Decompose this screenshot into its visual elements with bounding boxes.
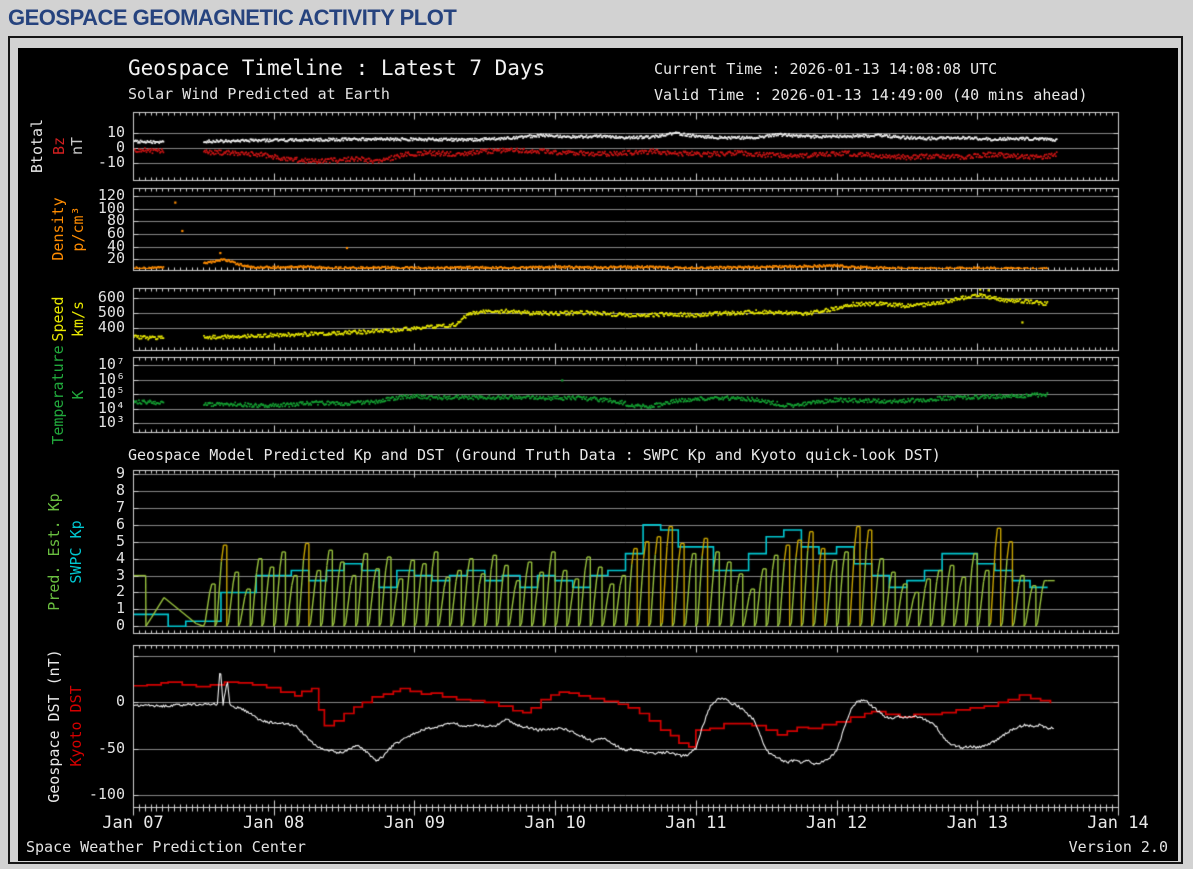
current-time-label: Current Time : 2026-01-13 14:08:08 UTC <box>654 60 998 78</box>
x-axis-label: Jan 13 <box>946 813 1008 833</box>
axis-title-speed: km/s <box>69 300 87 338</box>
plot-frame: Geospace Timeline : Latest 7 Days Curren… <box>8 36 1183 864</box>
x-axis-label: Jan 07 <box>102 813 164 833</box>
footer-version: Version 2.0 <box>1068 838 1168 856</box>
kp-dst-section-title: Geospace Model Predicted Kp and DST (Gro… <box>128 446 941 464</box>
axis-title-density: p/cm³ <box>69 206 87 252</box>
page-title: GEOSPACE GEOMAGNETIC ACTIVITY PLOT <box>8 5 457 30</box>
axis-title-kp: SWPC Kp <box>67 519 85 584</box>
x-axis-label: Jan 12 <box>805 813 868 833</box>
x-axis-label: Jan 10 <box>524 813 586 833</box>
axis-title-kp: Pred. Est. Kp <box>45 492 63 611</box>
y-tick-label-kp: 9 <box>115 464 125 483</box>
axis-title-density: Density <box>49 197 67 261</box>
axis-title-dst: Kyoto DST <box>67 685 85 767</box>
axis-title-temperature: Temperature <box>49 344 67 445</box>
y-tick-label-kp: 0 <box>115 616 125 635</box>
x-axis-label: Jan 14 <box>1087 813 1149 833</box>
axis-title-speed: Speed <box>49 296 67 342</box>
plot-area: Geospace Timeline : Latest 7 Days Curren… <box>18 48 1178 861</box>
solar-wind-subtitle: Solar Wind Predicted at Earth <box>128 85 390 103</box>
plot-main-title: Geospace Timeline : Latest 7 Days <box>128 56 546 80</box>
x-axis-label: Jan 09 <box>383 813 446 833</box>
footer-swpc: Space Weather Prediction Center <box>26 838 306 856</box>
page: { "page": { "header": "GEOSPACE GEOMAGNE… <box>0 0 1193 869</box>
x-axis-label: Jan 08 <box>242 813 305 833</box>
valid-time-label: Valid Time : 2026-01-13 14:49:00 (40 min… <box>654 86 1088 104</box>
axis-title-temperature: K <box>69 389 87 400</box>
axis-title-dst: Geospace DST (nT) <box>45 649 63 803</box>
axis-title-imf: Bz <box>50 136 68 156</box>
axis-title-imf: Btotal <box>28 118 46 174</box>
y-tick-label-imf: -10 <box>97 153 125 172</box>
x-axis-label: Jan 11 <box>665 813 727 833</box>
axis-title-imf: nT <box>68 136 86 156</box>
